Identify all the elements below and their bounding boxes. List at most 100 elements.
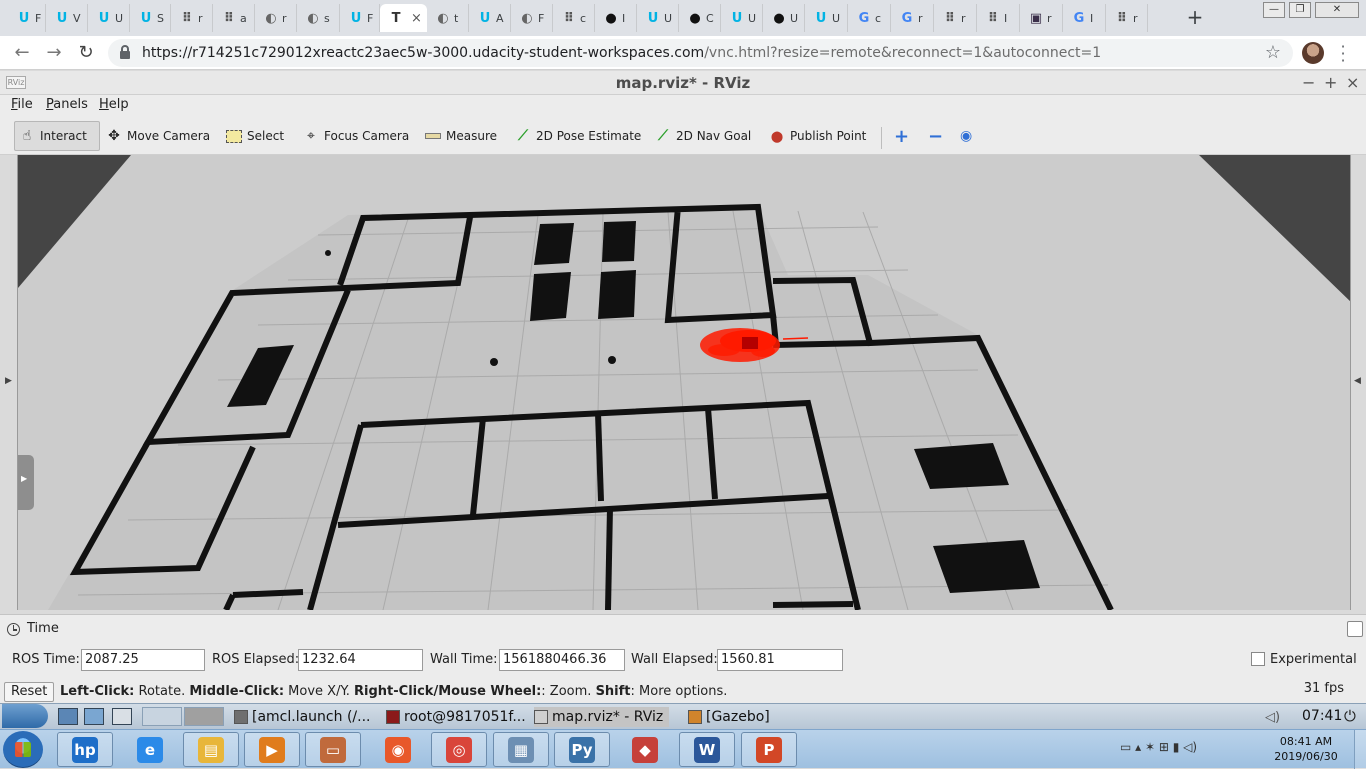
browser-tab[interactable]: Gr — [891, 4, 934, 32]
browser-tab[interactable]: ⠿ r — [171, 4, 213, 32]
url-field[interactable]: https://r714251c729012xreactc23aec5w-300… — [108, 39, 1293, 67]
browser-tab[interactable]: UF — [8, 4, 46, 32]
browser-tab[interactable]: US — [130, 4, 171, 32]
menu-panels[interactable]: Panels — [46, 97, 88, 112]
menu-file[interactable]: File — [11, 97, 33, 112]
browser-tab[interactable]: UU — [805, 4, 848, 32]
vnc-menu-button[interactable] — [2, 704, 48, 728]
browser-tab[interactable]: ▣ r — [1020, 4, 1063, 32]
snip-icon: ◆ — [632, 736, 658, 763]
workspace-1[interactable] — [142, 707, 182, 726]
python-taskbar-button[interactable]: Py — [554, 732, 610, 767]
taskbar-amcl-launch[interactable]: [amcl.launch (/... — [234, 707, 370, 727]
forward-button[interactable]: → — [42, 41, 66, 65]
wall-elapsed-field[interactable]: 1560.81 — [717, 649, 843, 671]
system-tray[interactable]: ▭ ▴ ✶ ⊞ ▮ ◁) — [1120, 740, 1197, 754]
browser-tab[interactable]: ⠿ c — [553, 4, 595, 32]
internet-explorer-taskbar-button[interactable]: e — [122, 732, 178, 767]
browser-tab[interactable]: UU — [88, 4, 130, 32]
taskbar-rviz[interactable]: map.rviz* - RViz — [534, 707, 670, 727]
reset-button[interactable]: Reset — [4, 682, 55, 702]
tool-select[interactable]: Select — [222, 121, 288, 151]
show-desktop-button[interactable] — [1354, 730, 1366, 769]
browser-tab[interactable]: UF — [340, 4, 380, 32]
browser-tab[interactable]: ⠿ r — [934, 4, 977, 32]
chrome-taskbar-button[interactable]: ◎ — [431, 732, 487, 767]
left-dock-handle[interactable] — [18, 455, 34, 510]
rviz-close-button[interactable]: × — [1346, 73, 1359, 92]
hp-taskbar-button[interactable]: hp — [57, 732, 113, 767]
browser-tab[interactable]: ⠿ r — [1106, 4, 1148, 32]
rviz-3d-viewport[interactable] — [17, 155, 1351, 610]
browser-tab[interactable]: ● I — [595, 4, 637, 32]
browser-tab[interactable]: ◐ s — [297, 4, 340, 32]
media-player-taskbar-button[interactable]: ▶ — [244, 732, 300, 767]
browser-tab[interactable]: ◐ r — [255, 4, 297, 32]
experimental-checkbox[interactable] — [1251, 652, 1265, 666]
browser-tab[interactable]: UU — [637, 4, 679, 32]
browser-tab[interactable]: ◐ F — [511, 4, 553, 32]
undock-panel-button[interactable] — [1347, 621, 1363, 637]
taskbar-gazebo[interactable]: [Gazebo] — [688, 707, 770, 727]
browser-tab[interactable]: ⠿ I — [977, 4, 1020, 32]
tool-2d-nav-goal[interactable]: ⟋ 2D Nav Goal — [651, 121, 755, 151]
ros-time-field[interactable]: 2087.25 — [81, 649, 205, 671]
rviz-maximize-button[interactable]: + — [1324, 73, 1337, 92]
view-options-icon[interactable]: ◉ — [956, 121, 976, 151]
browser-menu-icon[interactable]: · · · — [1338, 39, 1348, 69]
start-button[interactable] — [3, 731, 43, 768]
wall-time-field[interactable]: 1561880466.36 — [499, 649, 625, 671]
browser-tab[interactable]: ⠿ a — [213, 4, 255, 32]
calculator-taskbar-button[interactable]: ▦ — [493, 732, 549, 767]
browser-tab[interactable]: ◐ t — [427, 4, 469, 32]
browser-tab[interactable]: UV — [46, 4, 88, 32]
powerpoint-taskbar-button[interactable]: P — [741, 732, 797, 767]
browser-tab[interactable]: T × — [380, 4, 427, 32]
back-button[interactable]: ← — [10, 41, 34, 65]
remote-desktop-taskbar-button[interactable]: ▭ — [305, 732, 361, 767]
firefox-taskbar-button[interactable]: ◉ — [370, 732, 426, 767]
ros-elapsed-field[interactable]: 1232.64 — [298, 649, 423, 671]
tool-2d-pose-estimate[interactable]: ⟋ 2D Pose Estimate — [511, 121, 645, 151]
taskbar-terminal[interactable]: root@9817051f... — [386, 707, 526, 727]
bookmark-star-icon[interactable]: ☆ — [1265, 42, 1281, 63]
rviz-minimize-button[interactable]: − — [1302, 73, 1315, 92]
tool-move-camera[interactable]: ✥ Move Camera — [102, 121, 214, 151]
rviz-status-bar: Reset Left-Click: Rotate. Middle-Click: … — [0, 680, 1366, 703]
network-icon[interactable] — [84, 708, 104, 725]
browser-tab[interactable]: ● C — [679, 4, 721, 32]
power-icon[interactable]: ⏻ — [1344, 707, 1356, 725]
collapse-right-arrow-icon[interactable]: ◀ — [1354, 376, 1361, 386]
profile-avatar[interactable] — [1302, 42, 1324, 64]
browser-tab[interactable]: Gc — [848, 4, 891, 32]
terminal-icon[interactable] — [112, 708, 132, 725]
tool-interact[interactable]: ☝ Interact — [14, 121, 100, 151]
menu-help[interactable]: Help — [99, 97, 129, 112]
grid-icon: ⠿ — [1116, 10, 1128, 26]
remove-tool-icon[interactable]: − — [924, 121, 947, 151]
file-explorer-taskbar-button[interactable]: ▤ — [183, 732, 239, 767]
tool-focus-camera[interactable]: ⌖ Focus Camera — [299, 121, 413, 151]
close-window-button[interactable]: ✕ — [1315, 2, 1359, 18]
system-clock[interactable]: 08:41 AM 2019/06/30 — [1268, 734, 1344, 764]
browser-tab[interactable]: ● U — [763, 4, 805, 32]
add-tool-icon[interactable]: + — [890, 121, 913, 151]
reload-button[interactable]: ↻ — [74, 41, 98, 65]
browser-tab[interactable]: UA — [469, 4, 511, 32]
minimize-window-button[interactable]: — — [1263, 2, 1285, 18]
snip-taskbar-button[interactable]: ◆ — [617, 732, 673, 767]
workspace-2[interactable] — [184, 707, 224, 726]
browser-tab[interactable]: GI — [1063, 4, 1106, 32]
close-tab-icon[interactable]: × — [411, 11, 422, 26]
tool-measure[interactable]: Measure — [421, 121, 501, 151]
collapse-left-arrow-icon[interactable]: ▶ — [5, 376, 12, 386]
desktop-icon[interactable] — [58, 708, 78, 725]
volume-icon[interactable]: ◁) — [1265, 710, 1280, 725]
word-taskbar-button[interactable]: W — [679, 732, 735, 767]
url-text[interactable]: https://r714251c729012xreactc23aec5w-300… — [142, 45, 1101, 61]
fps-readout: 31 fps — [1303, 681, 1344, 696]
restore-window-button[interactable]: ❐ — [1289, 2, 1311, 18]
browser-tab[interactable]: UU — [721, 4, 763, 32]
tool-publish-point[interactable]: ⬤ Publish Point — [765, 121, 870, 151]
new-tab-button[interactable]: + — [1185, 6, 1205, 28]
